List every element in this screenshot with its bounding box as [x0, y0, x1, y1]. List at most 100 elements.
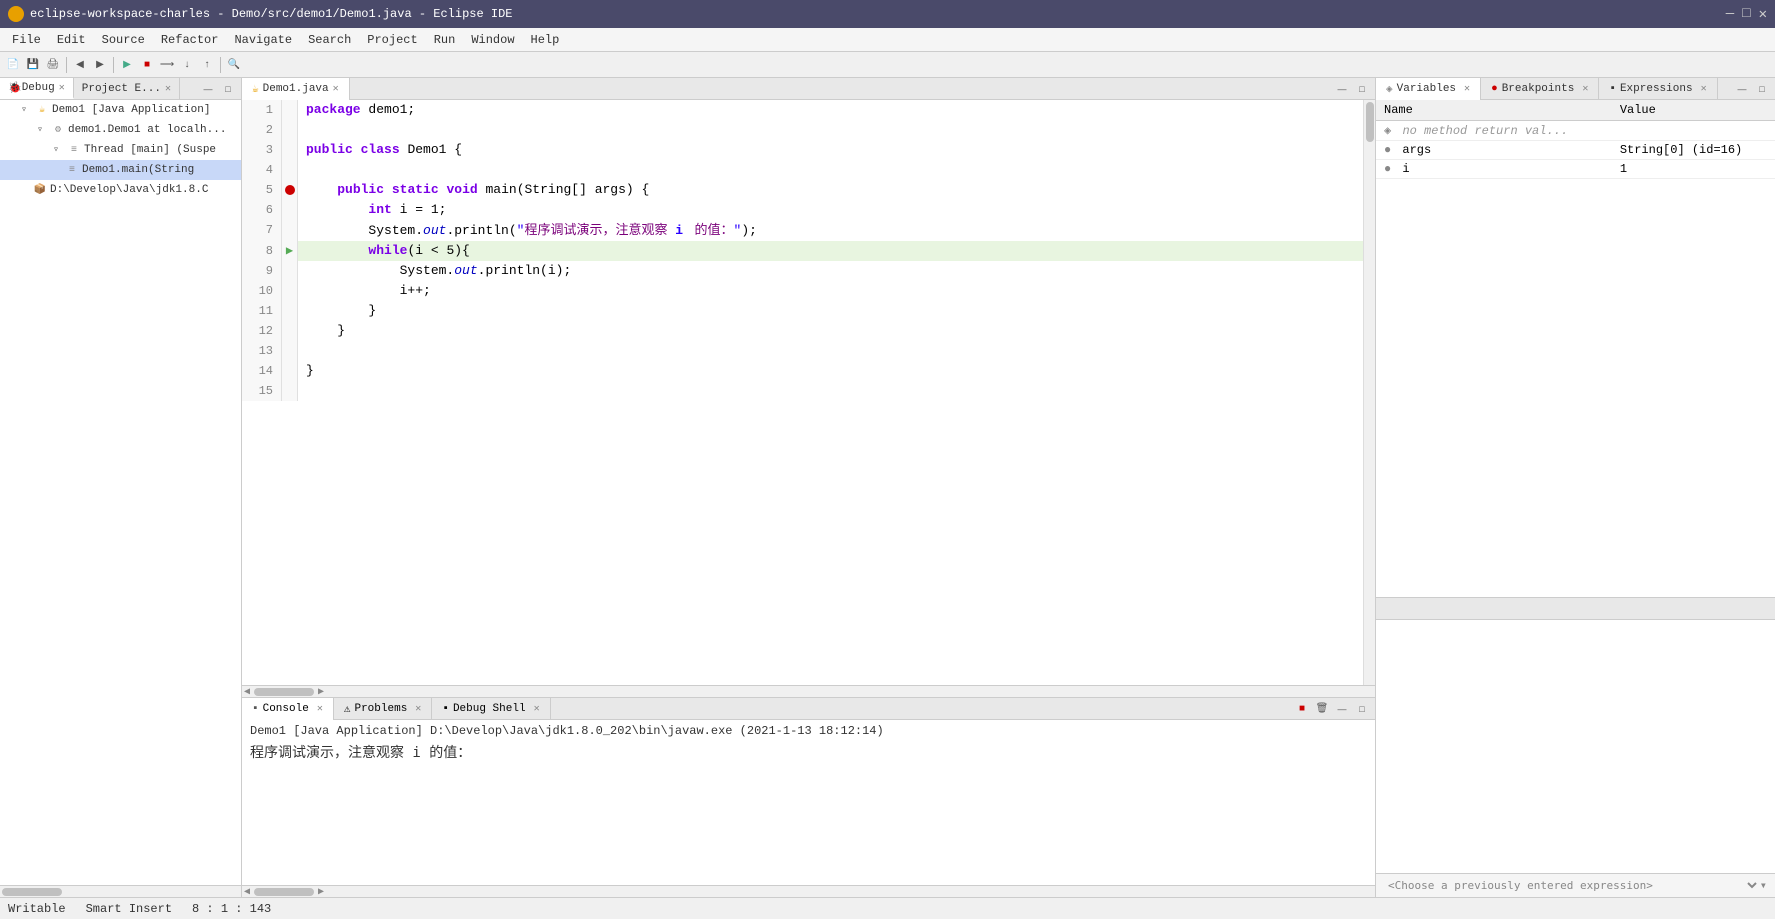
col-name-header: Name	[1376, 100, 1612, 121]
tree-label-main-thread: Thread [main] (Suspe	[84, 144, 216, 156]
editor-area: ☕ Demo1.java ✕ — □ 1 package demo1;	[242, 78, 1375, 697]
menu-search[interactable]: Search	[300, 31, 359, 49]
tab-demo1-java[interactable]: ☕ Demo1.java ✕	[242, 78, 350, 100]
menu-edit[interactable]: Edit	[49, 31, 94, 49]
toolbar-save[interactable]: 💾	[24, 56, 42, 74]
editor-scrollbar-h[interactable]: ◀ ▶	[242, 685, 1375, 697]
menu-project[interactable]: Project	[359, 31, 425, 49]
console-max[interactable]: □	[1353, 700, 1371, 718]
menu-window[interactable]: Window	[463, 31, 522, 49]
code-line-10: 10 i++;	[242, 281, 1363, 301]
frame-icon: ≡	[64, 162, 80, 178]
minimize-button[interactable]: —	[1726, 6, 1734, 23]
console-min[interactable]: —	[1333, 700, 1351, 718]
tab-close-icon[interactable]: ✕	[333, 83, 339, 95]
left-scrollbar-thumb[interactable]	[2, 888, 62, 896]
var-row-i[interactable]: ● i 1	[1376, 160, 1775, 179]
expression-dropdown[interactable]: <Choose a previously entered expression>	[1384, 878, 1760, 893]
tab-breakpoints[interactable]: ● Breakpoints ✕	[1481, 78, 1599, 100]
code-line-9: 9 System.out.println(i);	[242, 261, 1363, 281]
editor-scrollbar-v[interactable]	[1363, 100, 1375, 685]
tree-item-demo1-thread[interactable]: ▿ ⚙ demo1.Demo1 at localh...	[0, 120, 241, 140]
var-row-no-return[interactable]: ◈ no method return val...	[1376, 121, 1775, 141]
toolbar-debug-stepover[interactable]: ⟶	[158, 56, 176, 74]
status-insert: Smart Insert	[86, 902, 172, 916]
menu-navigate[interactable]: Navigate	[226, 31, 300, 49]
tab-project-close[interactable]: ✕	[165, 83, 171, 95]
console-main-output: 程序调试演示，注意观察 i 的值：	[250, 742, 1367, 762]
right-bottom-area: <Choose a previously entered expression>…	[1376, 597, 1775, 897]
close-button[interactable]: ✕	[1759, 6, 1767, 23]
tab-expressions[interactable]: ▪ Expressions ✕	[1599, 78, 1717, 100]
tab-variables[interactable]: ◈ Variables ✕	[1376, 78, 1481, 100]
console-scrollbar-h[interactable]: ◀ ▶	[242, 885, 1375, 897]
console-h-thumb[interactable]	[254, 888, 314, 896]
thread-icon: ⚙	[50, 122, 66, 138]
app-icon	[8, 6, 24, 22]
debug-shell-close-icon[interactable]: ✕	[534, 703, 540, 715]
left-panel-max[interactable]: □	[219, 80, 237, 98]
problems-close-icon[interactable]: ✕	[415, 703, 421, 715]
right-bottom-content	[1376, 620, 1775, 873]
toolbar-new[interactable]: 📄	[4, 56, 22, 74]
no-return-icon: ◈	[1384, 124, 1391, 138]
scroll-right-arrow[interactable]: ▶	[318, 686, 324, 698]
tree-label-thread: demo1.Demo1 at localh...	[68, 124, 226, 136]
right-panel-content: Name Value ◈ no method return val...	[1376, 100, 1775, 897]
left-panel-min[interactable]: —	[199, 80, 217, 98]
toolbar-print[interactable]: 🖨	[44, 56, 62, 74]
breakpoints-close[interactable]: ✕	[1582, 83, 1588, 95]
tab-console[interactable]: ▪ Console ✕	[242, 698, 334, 720]
toolbar-search[interactable]: 🔍	[225, 56, 243, 74]
right-panel-min[interactable]: —	[1733, 80, 1751, 98]
debug-arrow-8: ▶	[286, 241, 293, 261]
toolbar-debug-stop[interactable]: ■	[138, 56, 156, 74]
tree-item-demo1-app[interactable]: ▿ ☕ Demo1 [Java Application]	[0, 100, 241, 120]
toolbar-debug-resume[interactable]: ▶	[118, 56, 136, 74]
right-panel-max[interactable]: □	[1753, 80, 1771, 98]
console-close-icon[interactable]: ✕	[317, 703, 323, 715]
console-scroll-left[interactable]: ◀	[244, 886, 250, 898]
code-line-12: 12 }	[242, 321, 1363, 341]
editor-h-thumb[interactable]	[254, 688, 314, 696]
variables-close[interactable]: ✕	[1464, 83, 1470, 95]
left-panel-scrollbar-h[interactable]	[0, 885, 241, 897]
tab-debug[interactable]: 🐞 Debug ✕	[0, 78, 74, 99]
tree-item-main-thread[interactable]: ▿ ≡ Thread [main] (Suspe	[0, 140, 241, 160]
console-scroll-right[interactable]: ▶	[318, 886, 324, 898]
editor-scroll-thumb[interactable]	[1366, 102, 1374, 142]
toolbar-debug-stepinto[interactable]: ↓	[178, 56, 196, 74]
tree-label-jdk: D:\Develop\Java\jdk1.8.C	[50, 184, 208, 196]
tree-item-jdk[interactable]: 📦 D:\Develop\Java\jdk1.8.C	[0, 180, 241, 200]
menu-source[interactable]: Source	[94, 31, 153, 49]
variables-icon: ◈	[1386, 82, 1393, 96]
scroll-left-arrow[interactable]: ◀	[244, 686, 250, 698]
console-clear-btn[interactable]: 🗑	[1313, 700, 1331, 718]
tab-project-explorer[interactable]: Project E... ✕	[74, 78, 180, 99]
editor-max[interactable]: □	[1353, 80, 1371, 98]
expr-dropdown-arrow[interactable]: ▾	[1760, 878, 1767, 893]
menu-file[interactable]: File	[4, 31, 49, 49]
menu-refactor[interactable]: Refactor	[153, 31, 227, 49]
menu-run[interactable]: Run	[426, 31, 464, 49]
tab-debug-shell[interactable]: ▪ Debug Shell ✕	[432, 698, 550, 720]
tab-problems[interactable]: ⚠ Problems ✕	[334, 698, 432, 720]
var-row-args[interactable]: ● args String[0] (id=16)	[1376, 141, 1775, 160]
right-bottom-tabs	[1376, 598, 1775, 620]
expressions-close[interactable]: ✕	[1701, 83, 1707, 95]
window-controls[interactable]: — □ ✕	[1726, 6, 1767, 23]
toolbar-forward[interactable]: ▶	[91, 56, 109, 74]
tab-debug-close[interactable]: ✕	[59, 82, 65, 94]
toolbar-sep-1	[66, 57, 67, 73]
console-stop-btn[interactable]: ■	[1293, 700, 1311, 718]
code-editor[interactable]: 1 package demo1; 2 3 public class	[242, 100, 1363, 685]
breakpoint-dot-5[interactable]	[285, 185, 295, 195]
menu-help[interactable]: Help	[523, 31, 568, 49]
expression-input-row[interactable]: <Choose a previously entered expression>…	[1376, 873, 1775, 897]
maximize-button[interactable]: □	[1742, 6, 1750, 23]
toolbar-debug-stepout[interactable]: ↑	[198, 56, 216, 74]
tree-item-frame[interactable]: ≡ Demo1.main(String	[0, 160, 241, 180]
toolbar-back[interactable]: ◀	[71, 56, 89, 74]
editor-min[interactable]: —	[1333, 80, 1351, 98]
app-run-icon: ☕	[34, 102, 50, 118]
